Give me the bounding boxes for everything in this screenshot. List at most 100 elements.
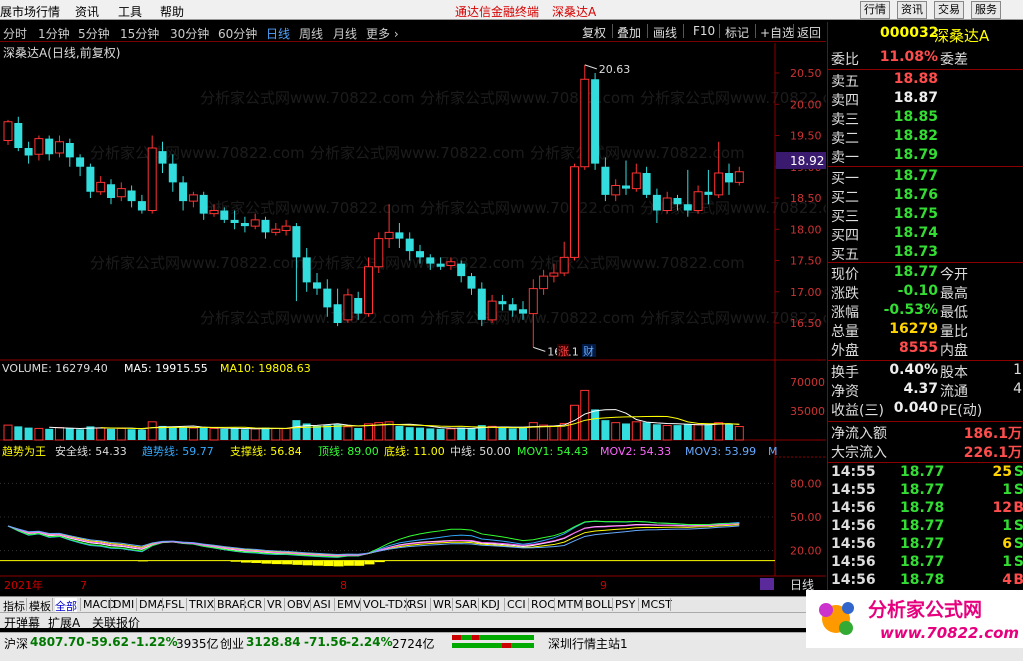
tick-direction: B xyxy=(1013,572,1023,588)
candle-body xyxy=(457,263,466,277)
indicator-tab-vol-tdx[interactable]: VOL-TDX xyxy=(363,598,411,611)
indicator-tab-asi[interactable]: ASI xyxy=(313,598,331,611)
candle-body xyxy=(436,263,445,267)
stat-row: 涨幅 -0.53% 最低 xyxy=(828,302,1023,321)
stat2-label-secondary: 股本 xyxy=(940,365,968,381)
indicator-tab-trix[interactable]: TRIX xyxy=(189,598,214,611)
candle-body xyxy=(333,304,342,323)
indicator-tab-fsl[interactable]: FSL xyxy=(165,598,184,611)
period-60min[interactable]: 60分钟 xyxy=(218,25,257,42)
volume-bar xyxy=(436,428,445,440)
top-button-service[interactable]: 服务 xyxy=(971,1,1001,19)
period-weekly[interactable]: 周线 xyxy=(299,25,323,42)
bigflow-label: 大宗流入 xyxy=(831,445,887,461)
indicator-tab-kdj[interactable]: KDJ xyxy=(481,598,500,611)
indicator-tab-dmi[interactable]: DMI xyxy=(113,598,134,611)
tab-divider xyxy=(284,598,285,611)
indicator-tab-obv[interactable]: OBV xyxy=(287,598,310,611)
indicator-tab-roc[interactable]: ROC xyxy=(531,598,555,611)
related-quote-button[interactable]: 关联报价 xyxy=(92,614,140,631)
volume-bar xyxy=(240,429,249,440)
indicator-tab-boll[interactable]: BOLL xyxy=(585,598,613,611)
tab-divider xyxy=(452,598,453,611)
indicator-tab-mcst[interactable]: MCST xyxy=(641,598,672,611)
candle-body xyxy=(240,223,249,227)
indicator-low-zone-bar xyxy=(323,560,334,567)
indicator-tab-vr[interactable]: VR xyxy=(267,598,282,611)
indicator-tab-mtm[interactable]: MTM xyxy=(557,598,583,611)
period-daily[interactable]: 日线 xyxy=(266,25,290,42)
volume-label: VOLUME: 16279.40 xyxy=(2,362,108,375)
indicator-tab-cci[interactable]: CCI xyxy=(507,598,526,611)
sh-pct: -1.22% xyxy=(131,635,178,649)
sell-level-label: 卖五 xyxy=(831,74,859,90)
indicator-tab-brar[interactable]: BRAR xyxy=(217,598,247,611)
indicator-mov3: MOV3: 53.99 xyxy=(685,445,756,458)
candle-body xyxy=(426,257,435,264)
price-tick-label: 17.00 xyxy=(790,286,822,299)
volume-bar xyxy=(364,423,373,441)
menu-news[interactable]: 资讯 xyxy=(75,3,99,20)
period-more[interactable]: 更多 › xyxy=(366,25,399,42)
toolbar-divider xyxy=(683,24,684,38)
menu-tools[interactable]: 工具 xyxy=(118,3,142,20)
indicator-tab-wr[interactable]: WR xyxy=(433,598,452,611)
kline-chart[interactable]: 分析家公式网www.70822.com 分析家公式网www.70822.com 分析… xyxy=(0,43,826,591)
indicator-tab-dma[interactable]: DMA xyxy=(139,598,165,611)
add-watchlist-button[interactable]: +自选 xyxy=(760,24,794,41)
ma5-label: MA5: 19915.55 xyxy=(124,362,208,375)
stat-label-secondary: 最高 xyxy=(940,286,968,302)
restore-rights-button[interactable]: 复权 xyxy=(582,24,606,41)
period-15min[interactable]: 15分钟 xyxy=(120,25,159,42)
volume-bar xyxy=(65,428,74,440)
indicator-safe: 安全线: 54.33 xyxy=(55,444,127,458)
top-button-trade[interactable]: 交易 xyxy=(934,1,964,19)
buy-level-row: 买五 18.73 xyxy=(828,244,1023,263)
buy-level-label: 买三 xyxy=(831,209,859,225)
indicator-tab-cr[interactable]: CR xyxy=(247,598,262,611)
overlay-button[interactable]: 叠加 xyxy=(617,24,641,41)
mark-button[interactable]: 标记 xyxy=(725,24,749,41)
candle-body xyxy=(199,194,208,214)
volume-bar xyxy=(580,389,590,441)
back-button[interactable]: 返回 xyxy=(797,24,821,41)
candle-body xyxy=(76,157,85,167)
stat-value: 8555 xyxy=(899,340,938,356)
candle-body xyxy=(662,197,672,211)
candle-body xyxy=(179,182,188,202)
candle-body xyxy=(477,288,486,320)
extend-a-button[interactable]: 扩展A xyxy=(48,614,80,631)
tab-divider xyxy=(136,598,137,611)
indicator-tab-emv[interactable]: EMV xyxy=(337,598,361,611)
candle-body xyxy=(86,166,95,192)
menu-help[interactable]: 帮助 xyxy=(160,3,184,20)
indicator-tab-rsi[interactable]: RSI xyxy=(409,598,427,611)
sell-level-label: 卖一 xyxy=(831,150,859,166)
event-marker-finance[interactable]: 财 xyxy=(583,344,594,358)
indicator-tab-macd[interactable]: MACD xyxy=(83,598,116,611)
draw-line-button[interactable]: 画线 xyxy=(653,24,677,41)
event-marker-up[interactable]: 涨 xyxy=(558,345,569,358)
period-30min[interactable]: 30分钟 xyxy=(170,25,209,42)
indicator-tab-sar[interactable]: SAR xyxy=(455,598,477,611)
scroll-handle[interactable] xyxy=(760,578,774,590)
candle-body xyxy=(147,147,157,211)
f10-button[interactable]: F10 xyxy=(693,24,715,38)
indicator-more: M xyxy=(768,445,778,458)
tick-price: 18.78 xyxy=(900,572,945,588)
period-monthly[interactable]: 月线 xyxy=(333,25,357,42)
candle-body xyxy=(230,219,239,223)
period-minute[interactable]: 分时 xyxy=(3,25,27,42)
volume-bar xyxy=(725,423,733,440)
candle-body xyxy=(24,148,33,156)
top-button-news[interactable]: 资讯 xyxy=(897,1,927,19)
menu-market[interactable]: 展市场行情 xyxy=(0,3,60,20)
danmaku-button[interactable]: 开弹幕 xyxy=(4,614,40,631)
volume-bar xyxy=(631,421,641,441)
candle-body xyxy=(45,138,54,155)
indicator-tab-psy[interactable]: PSY xyxy=(615,598,635,611)
period-5min[interactable]: 5分钟 xyxy=(78,25,110,42)
period-1min[interactable]: 1分钟 xyxy=(38,25,70,42)
indicator-low-zone-bar xyxy=(313,560,323,566)
top-button-quote[interactable]: 行情 xyxy=(860,1,890,19)
